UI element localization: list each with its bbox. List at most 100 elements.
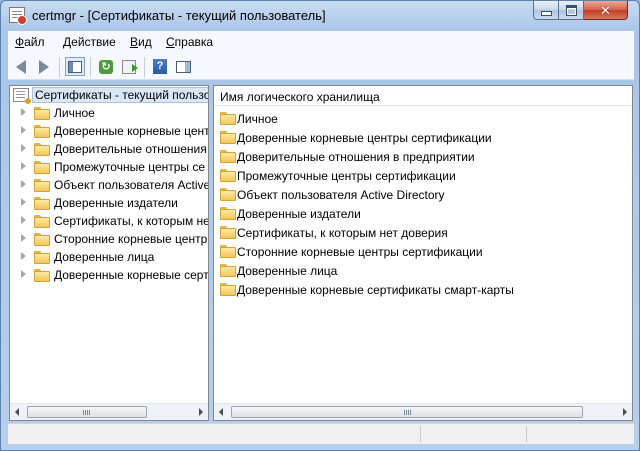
forward-button[interactable] — [34, 57, 54, 76]
menu-action[interactable]: Действие — [63, 35, 116, 49]
tree-item[interactable]: Доверенные корневые серт — [10, 266, 209, 284]
folder-icon — [34, 269, 50, 282]
menu-file[interactable]: Файл — [15, 35, 45, 49]
folder-icon — [220, 112, 236, 125]
list-item-label: Доверенные корневые сертификаты смарт-ка… — [237, 283, 514, 297]
tree-item[interactable]: Личное — [10, 104, 208, 122]
list-item[interactable]: Доверенные издатели — [214, 204, 632, 223]
folder-icon — [220, 169, 236, 182]
scroll-right-arrow-icon[interactable] — [199, 408, 203, 416]
tree-item[interactable]: Доверительные отношения — [10, 140, 208, 158]
scroll-right-arrow-icon[interactable] — [623, 408, 627, 416]
folder-icon — [220, 207, 236, 220]
expand-arrow-icon[interactable] — [21, 216, 26, 224]
export-list-icon — [122, 59, 138, 74]
tree-item[interactable]: Объект пользователя Active — [10, 176, 208, 194]
certificate-store-icon — [13, 88, 31, 104]
list-item[interactable]: Доверенные корневые сертификаты смарт-ка… — [214, 280, 632, 299]
maximize-icon — [565, 4, 577, 16]
tree-item-label: Доверенные издатели — [54, 196, 178, 210]
expand-arrow-icon[interactable] — [21, 198, 26, 206]
tree-root-item[interactable]: Сертификаты - текущий пользо — [10, 86, 208, 104]
show-hide-tree-button[interactable] — [65, 57, 85, 76]
toolbar: ↻ ? — [8, 53, 634, 80]
folder-icon — [34, 161, 50, 174]
list-item-label: Доверенные лица — [237, 264, 338, 278]
list-item[interactable]: Доверенные корневые центры сертификации — [214, 128, 632, 147]
action-pane-icon — [175, 60, 191, 73]
show-hide-tree-icon — [68, 60, 82, 73]
maximize-button[interactable] — [559, 1, 584, 20]
folder-icon — [34, 179, 50, 192]
tree-item-label: Доверительные отношения — [54, 142, 207, 156]
list-item[interactable]: Объект пользователя Active Directory — [214, 185, 632, 204]
list-horizontal-scrollbar[interactable] — [214, 403, 632, 420]
list-item[interactable]: Доверительные отношения в предприятии — [214, 147, 632, 166]
folder-icon — [34, 197, 50, 210]
toolbar-separator — [90, 57, 91, 77]
refresh-icon: ↻ — [99, 59, 113, 74]
tree-item[interactable]: Промежуточные центры се — [10, 158, 208, 176]
tree-item-label: Промежуточные центры се — [54, 160, 206, 174]
column-header-store-name[interactable]: Имя логического хранилища — [214, 86, 632, 106]
expand-arrow-icon[interactable] — [21, 234, 26, 242]
expand-arrow-icon[interactable] — [21, 270, 26, 278]
refresh-button[interactable]: ↻ — [96, 57, 116, 76]
list-item-label: Сертификаты, к которым нет доверия — [237, 226, 448, 240]
export-list-button[interactable] — [119, 57, 139, 76]
folder-icon — [220, 226, 236, 239]
tree-horizontal-scrollbar[interactable] — [10, 403, 208, 420]
scroll-left-arrow-icon[interactable] — [219, 408, 223, 416]
console-tree-pane[interactable]: Сертификаты - текущий пользо Личное Довер… — [9, 85, 209, 421]
tree-item-label: Доверенные корневые серт — [54, 268, 209, 282]
folder-icon — [220, 150, 236, 163]
menu-view[interactable]: Вид — [130, 35, 152, 49]
menu-bar: Файл Действие Вид Справка — [8, 31, 634, 53]
folder-icon — [34, 215, 50, 228]
title-bar[interactable]: certmgr - [Сертификаты - текущий пользов… — [1, 1, 639, 31]
list-item-label: Сторонние корневые центры сертификации — [237, 245, 483, 259]
expand-arrow-icon[interactable] — [21, 252, 26, 260]
scrollbar-thumb[interactable] — [231, 406, 583, 418]
list-item-label: Объект пользователя Active Directory — [237, 188, 445, 202]
tree-item-label: Сертификаты, к которым не — [54, 214, 209, 228]
list-item[interactable]: Промежуточные центры сертификации — [214, 166, 632, 185]
action-pane-button[interactable] — [173, 57, 193, 76]
list-item[interactable]: Сертификаты, к которым нет доверия — [214, 223, 632, 242]
list-item[interactable]: Личное — [214, 109, 632, 128]
expand-arrow-icon[interactable] — [21, 180, 26, 188]
list-item-label: Доверенные издатели — [237, 207, 361, 221]
expand-arrow-icon[interactable] — [21, 108, 26, 116]
list-item-label: Доверительные отношения в предприятии — [237, 150, 475, 164]
expand-arrow-icon[interactable] — [21, 126, 26, 134]
expand-arrow-icon[interactable] — [21, 144, 26, 152]
back-arrow-icon — [16, 59, 26, 74]
scroll-left-arrow-icon[interactable] — [15, 408, 19, 416]
status-divider — [420, 426, 421, 442]
folder-icon — [34, 251, 50, 264]
certmgr-app-icon[interactable] — [9, 7, 27, 25]
tree-item[interactable]: Сторонние корневые центр — [10, 230, 208, 248]
list-item-label: Личное — [237, 112, 278, 126]
toolbar-separator — [59, 57, 60, 77]
results-list-pane[interactable]: Имя логического хранилища Личное Доверенн… — [213, 85, 633, 421]
scrollbar-thumb[interactable] — [27, 406, 147, 418]
close-icon: ✕ — [600, 2, 611, 18]
tree-item[interactable]: Доверенные издатели — [10, 194, 208, 212]
tree-item[interactable]: Доверенные лица — [10, 248, 208, 266]
folder-icon — [34, 143, 50, 156]
expand-arrow-icon[interactable] — [21, 162, 26, 170]
list-item[interactable]: Сторонние корневые центры сертификации — [214, 242, 632, 261]
minimize-button[interactable] — [533, 1, 559, 20]
tree-item[interactable]: Доверенные корневые цент — [10, 122, 208, 140]
list-item-label: Промежуточные центры сертификации — [237, 169, 456, 183]
back-button[interactable] — [11, 57, 31, 76]
close-button[interactable]: ✕ — [584, 1, 628, 20]
certmgr-window: certmgr - [Сертификаты - текущий пользов… — [0, 0, 640, 451]
list-item[interactable]: Доверенные лица — [214, 261, 632, 280]
help-button[interactable]: ? — [150, 57, 170, 76]
tree-item[interactable]: Сертификаты, к которым не — [10, 212, 209, 230]
tree-item-label: Личное — [54, 106, 95, 120]
menu-help[interactable]: Справка — [166, 35, 213, 49]
scrollbar-grip-icon — [83, 410, 91, 415]
